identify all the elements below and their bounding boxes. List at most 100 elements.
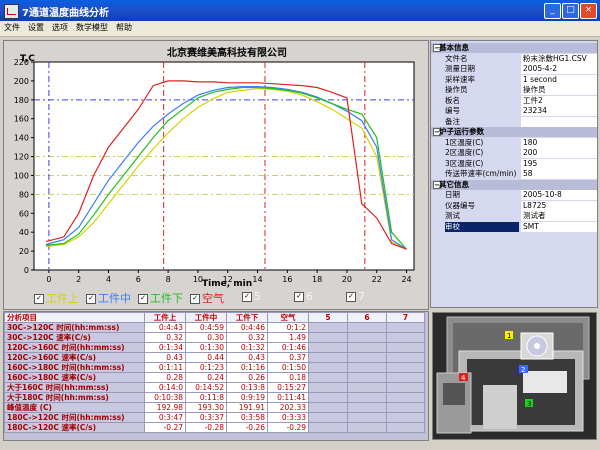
checkbox-icon[interactable]: ✓ (294, 292, 304, 302)
toggle-series-7[interactable]: ✓ 7 (346, 290, 365, 303)
chart-panel: 北京赛维美高科技有限公司 T,C Time, min 0 20 40 60 80 100 1… (3, 40, 429, 310)
property-value[interactable]: 195 (521, 158, 597, 169)
column-header[interactable]: 工件下 (226, 312, 268, 323)
property-row[interactable]: 备注 (431, 116, 597, 127)
toggle-series-2[interactable]: ✓ 工件中 (86, 290, 131, 306)
toggle-series-5[interactable]: ✓ 5 (242, 290, 261, 303)
empty-cell (386, 412, 425, 423)
property-value[interactable]: 工件2 (521, 95, 597, 106)
menu-help[interactable]: 帮助 (112, 21, 136, 35)
property-row[interactable]: 测量日期 2005-4-2 (431, 64, 597, 74)
menu-settings[interactable]: 设置 (24, 21, 48, 35)
property-value[interactable]: 2005-10-8 (521, 190, 597, 200)
table-row[interactable]: 120C->160C 时间(hh:mm:ss) 0:1:34 0:1:30 0:1:3… (4, 342, 425, 353)
checkbox-icon[interactable]: ✓ (242, 292, 252, 302)
close-button[interactable]: × (580, 3, 597, 19)
row-label: 峰值温度 (C) (4, 402, 145, 413)
property-row[interactable]: 板名 工件2 (431, 95, 597, 106)
checkbox-icon[interactable]: ✓ (190, 294, 200, 304)
toggle-series-4[interactable]: ✓ 空气 (190, 290, 224, 306)
property-row[interactable]: 传送带速率(cm/min) 58 (431, 169, 597, 179)
table-row[interactable]: 160C->180C 速率(C/s) 0.28 0.24 0.26 0.18 (4, 372, 425, 383)
minimize-button[interactable]: _ (544, 3, 561, 19)
table-row[interactable]: 160C->180C 时间(hh:mm:ss) 0:1:11 0:1:23 0:1:1… (4, 362, 425, 373)
column-header[interactable]: 5 (308, 312, 348, 323)
table-row[interactable]: 180C->120C 时间(hh:mm:ss) 0:3:47 0:3:37 0:3:5… (4, 412, 425, 423)
table-cell: 0:4:59 (185, 322, 227, 333)
property-row[interactable]: 测试 测试者 (431, 211, 597, 221)
x-tick-label: 4 (106, 275, 111, 284)
property-value[interactable]: 58 (521, 169, 597, 179)
y-tick-label: 40 (19, 228, 29, 237)
checkbox-icon[interactable]: ✓ (86, 294, 96, 304)
property-key: 传送带速率(cm/min) (445, 169, 517, 178)
maximize-button[interactable]: □ (562, 3, 579, 19)
property-value[interactable]: SMT (521, 221, 597, 232)
empty-cell (347, 382, 387, 393)
property-row[interactable]: 仪器编号 L8725 (431, 200, 597, 211)
property-row[interactable]: 1区温度(C) 180 (431, 137, 597, 148)
property-row[interactable]: 编号 23234 (431, 106, 597, 116)
column-header[interactable]: 工件中 (185, 312, 227, 323)
property-value[interactable]: L8725 (521, 200, 597, 211)
menu-file[interactable]: 文件 (0, 21, 24, 35)
column-header[interactable]: 分析项目 (4, 312, 145, 323)
property-value[interactable]: 粉末涂敷HG1.CSV (521, 53, 597, 64)
property-row[interactable]: 2区温度(C) 200 (431, 148, 597, 158)
checkbox-icon[interactable]: ✓ (138, 294, 148, 304)
column-header[interactable]: 空气 (267, 312, 309, 323)
property-row[interactable]: 日期 2005-10-8 (431, 190, 597, 200)
property-value[interactable]: 200 (521, 148, 597, 158)
toggle-series-6[interactable]: ✓ 6 (294, 290, 313, 303)
property-row[interactable]: 3区温度(C) 195 (431, 158, 597, 169)
menu-options[interactable]: 选项 (48, 21, 72, 35)
table-row[interactable]: 峰值温度 (C) 192.98 193.30 191.91 202.33 (4, 402, 425, 413)
property-value[interactable]: 180 (521, 137, 597, 148)
x-tick-label: 24 (401, 275, 411, 284)
property-value[interactable]: 2005-4-2 (521, 64, 597, 74)
property-value[interactable]: 测试者 (521, 211, 597, 221)
table-row[interactable]: 120C->160C 速率(C/s) 0.43 0.44 0.43 0.37 (4, 352, 425, 363)
table-cell: 0:4:46 (226, 322, 268, 333)
table-row[interactable]: 30C->120C 速率(C/s) 0.32 0.30 0.32 1.49 (4, 332, 425, 343)
x-tick-label: 8 (166, 275, 171, 284)
title-bar: 7通道温度曲线分析 _ □ × (0, 0, 600, 21)
property-category[interactable]: − 基本信息 (431, 43, 597, 53)
table-row[interactable]: 大于160C 时间(hh:mm:ss) 0:14:0 0:14:52 0:13:8 0:… (4, 382, 425, 393)
row-label: 大于160C 时间(hh:mm:ss) (4, 382, 145, 393)
property-row[interactable]: 文件名 粉末涂敷HG1.CSV (431, 53, 597, 64)
checkbox-icon[interactable]: ✓ (34, 294, 44, 304)
properties-panel: − 基本信息 文件名 粉末涂敷HG1.CSV 测量日期 2005-4-2 采样速率 1 sec… (430, 40, 598, 308)
property-row[interactable]: 操作员 操作员 (431, 85, 597, 95)
property-value[interactable]: 1 second (521, 74, 597, 85)
table-row[interactable]: 180C->120C 速率(C/s) -0.27 -0.28 -0.26 -0.29 (4, 422, 425, 433)
table-header-row: 分析项目 工件上 工件中 工件下 空气 5 6 7 (4, 312, 425, 323)
app-icon[interactable] (4, 4, 19, 19)
table-cell: -0.26 (226, 422, 268, 433)
column-header[interactable]: 6 (347, 312, 387, 323)
column-header[interactable]: 工件上 (144, 312, 186, 323)
property-category[interactable]: − 炉子运行参数 (431, 127, 597, 137)
property-row[interactable]: 采样速率 1 second (431, 74, 597, 85)
x-tick-label: 6 (136, 275, 141, 284)
property-value[interactable] (521, 116, 597, 127)
empty-cell (386, 332, 425, 343)
column-header[interactable]: 7 (386, 312, 425, 323)
property-value[interactable]: 操作员 (521, 85, 597, 95)
y-tick-label: 80 (19, 190, 29, 199)
temperature-chart[interactable]: 北京赛维美高科技有限公司 T,C Time, min 0204060801001… (4, 41, 428, 289)
empty-cell (347, 372, 387, 383)
checkbox-icon[interactable]: ✓ (346, 292, 356, 302)
toggle-series-3[interactable]: ✓ 工件下 (138, 290, 183, 306)
series-4-label: 空气 (202, 292, 224, 305)
empty-cell (386, 422, 425, 433)
property-value[interactable]: 23234 (521, 106, 597, 116)
row-label: 120C->160C 时间(hh:mm:ss) (4, 342, 145, 353)
menu-math-model[interactable]: 数学模型 (72, 21, 112, 35)
property-row[interactable]: 审校 SMT (431, 221, 597, 232)
toggle-series-1[interactable]: ✓ 工件上 (34, 290, 79, 306)
property-key: 板名 (445, 95, 460, 105)
table-row[interactable]: 大于180C 时间(hh:mm:ss) 0:10:38 0:11:8 0:9:19 0:… (4, 392, 425, 403)
property-category[interactable]: − 其它信息 (431, 179, 597, 190)
table-row[interactable]: 30C->120C 时间(hh:mm:ss) 0:4:43 0:4:59 0:4:46… (4, 322, 425, 333)
